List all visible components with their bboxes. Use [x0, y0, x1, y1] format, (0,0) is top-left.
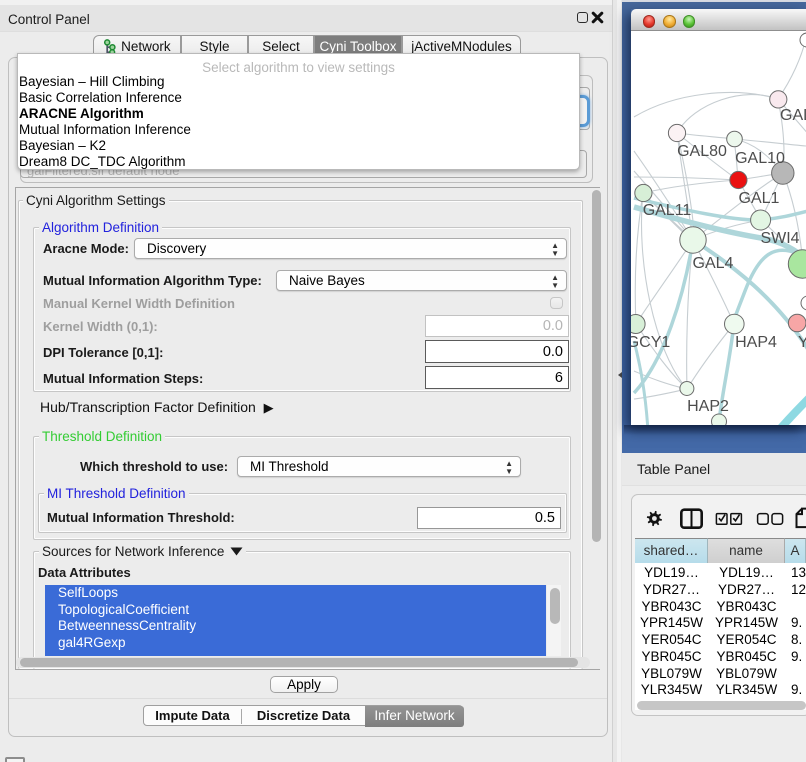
svg-text:SWI4: SWI4: [760, 230, 799, 247]
svg-text:HAP4: HAP4: [735, 334, 777, 351]
svg-text:GAL11: GAL11: [643, 202, 692, 219]
svg-text:HAP2: HAP2: [687, 398, 729, 415]
svg-text:GAL4: GAL4: [693, 255, 734, 272]
svg-text:GAL1: GAL1: [739, 190, 780, 207]
svg-text:GAL80: GAL80: [677, 143, 727, 160]
svg-text:GCY1: GCY1: [631, 334, 670, 351]
svg-text:GAL7: GAL7: [780, 107, 806, 124]
svg-text:Y: Y: [798, 334, 806, 351]
svg-text:GAL10: GAL10: [735, 150, 785, 167]
